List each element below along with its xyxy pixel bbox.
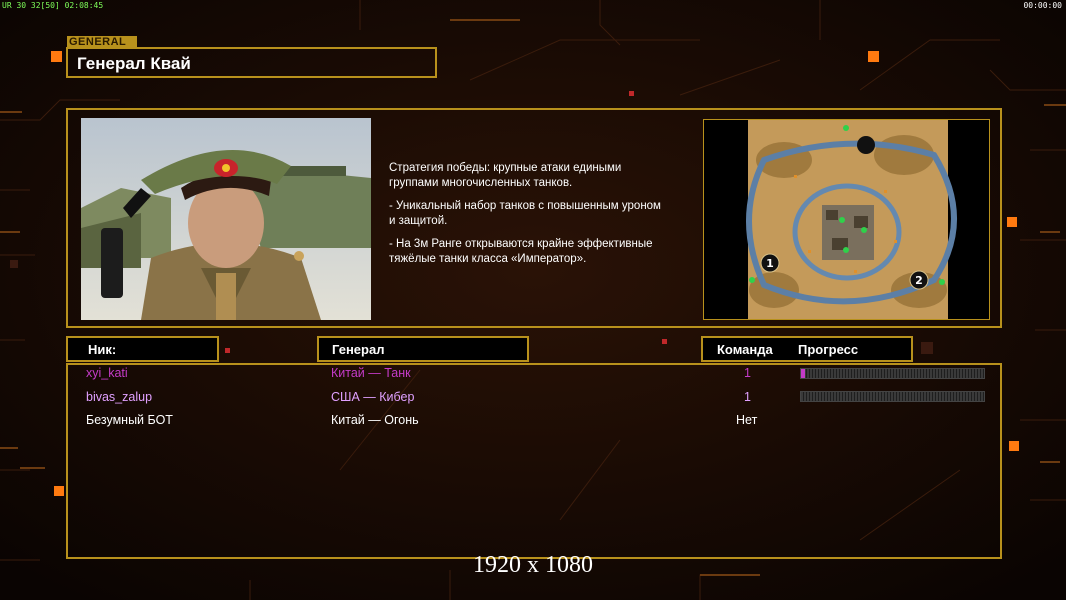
player-team: Нет (736, 413, 758, 427)
map-start-2: 2 (915, 274, 923, 287)
player-team: 1 (744, 390, 751, 404)
player-general: США — Кибер (331, 390, 415, 404)
resolution-overlay: 1920 x 1080 (473, 552, 593, 578)
player-team: 1 (744, 366, 751, 380)
player-general: Китай — Огонь (331, 413, 419, 427)
hud-clock: 00:00:00 (1023, 1, 1062, 10)
progress-bar (800, 368, 985, 379)
strategy-text: Стратегия победы: крупные атаки едиными … (389, 161, 694, 275)
header-team-progress: Команда Прогресс (701, 336, 913, 362)
progress-bar (800, 391, 985, 402)
map-preview[interactable]: 1 2 (703, 119, 990, 320)
header-nick: Ник: (66, 336, 219, 362)
title-box: Генерал Квай (66, 47, 437, 78)
page-title: Генерал Квай (77, 54, 191, 73)
portrait-image (81, 118, 371, 320)
strategy-line: - Уникальный набор танков с повышенным у… (389, 200, 661, 227)
strategy-line: Стратегия победы: крупные атаки едиными … (389, 162, 622, 189)
map-image: 1 2 (704, 120, 989, 319)
player-nick: xyi_kati (86, 366, 128, 380)
header-team-label: Команда (717, 342, 773, 357)
player-general: Китай — Танк (331, 366, 411, 380)
header-nick-label: Ник: (88, 342, 117, 357)
progress-fill (801, 369, 805, 378)
header-general: Генерал (317, 336, 529, 362)
player-nick: bivas_zalup (86, 390, 153, 404)
general-portrait (81, 118, 371, 320)
header-general-label: Генерал (332, 342, 385, 357)
hud-stats: UR 30 32[50] 02:08:45 (2, 1, 103, 10)
map-start-1: 1 (766, 257, 774, 270)
strategy-line: - На 3м Ранге открываются крайне эффекти… (389, 238, 653, 265)
header-progress-label: Прогресс (798, 342, 859, 357)
hud-stats-text: UR 30 32[50] 02:08:45 (2, 1, 104, 10)
player-nick: Безумный БОТ (86, 413, 173, 427)
